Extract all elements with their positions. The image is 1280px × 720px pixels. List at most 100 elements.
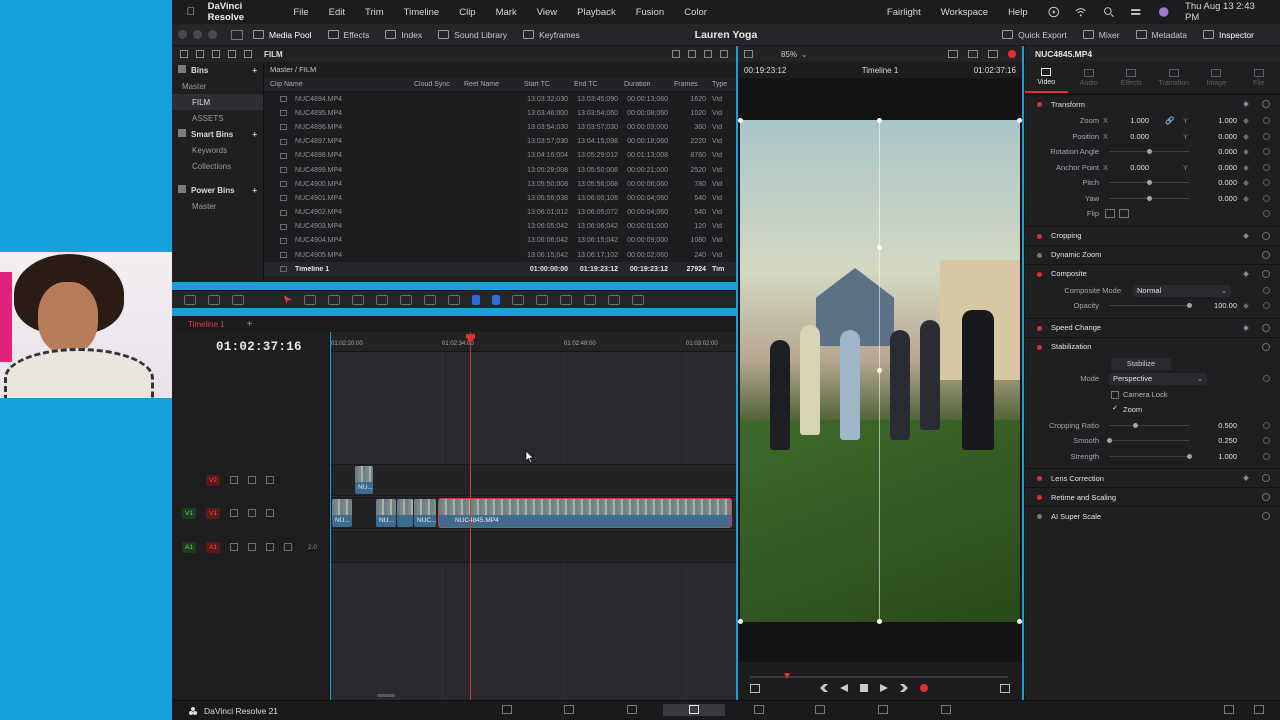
position-y-field[interactable]: 0.000 (1193, 132, 1237, 141)
zoom-x-field[interactable]: 1.000 (1113, 116, 1157, 125)
insert-icon[interactable] (328, 294, 340, 305)
section-speed-change[interactable]: Speed Change (1025, 317, 1280, 337)
mixer-button[interactable]: Mixer (1082, 30, 1120, 40)
transform-handle[interactable] (1017, 619, 1022, 624)
add-smart-bin-icon[interactable]: + (252, 130, 257, 139)
reset-icon[interactable] (1263, 437, 1270, 444)
flag-icon[interactable] (472, 294, 480, 305)
opacity-slider-knob[interactable] (1187, 303, 1192, 308)
cropping-ratio-slider-knob[interactable] (1133, 422, 1138, 428)
anchor-x-field[interactable]: 0.000 (1113, 163, 1157, 172)
enable-dot-icon[interactable] (1037, 102, 1042, 107)
forward-arrow-icon[interactable] (212, 50, 220, 58)
position-x-field[interactable]: 0.000 (1113, 132, 1157, 141)
clip-v1-selected[interactable]: NUC4845.MP4 (438, 498, 732, 528)
track-enable-icon[interactable] (266, 509, 274, 517)
transform-handle[interactable] (877, 619, 882, 624)
enable-dot-icon[interactable] (1037, 344, 1042, 350)
inspector-button[interactable]: Inspector (1203, 30, 1254, 40)
track-header-v1[interactable]: V1 V1 (172, 497, 330, 529)
smart-bins-header[interactable]: Smart Bins + (172, 126, 263, 142)
zoom-slider[interactable] (560, 294, 572, 305)
stabilize-button[interactable]: Stabilize (1111, 357, 1171, 370)
clip-v1-c[interactable] (397, 499, 413, 527)
reset-icon[interactable] (1262, 250, 1270, 259)
marker-icon[interactable] (492, 294, 500, 305)
menu-view[interactable]: View (537, 7, 557, 18)
overwrite-icon[interactable] (352, 294, 364, 305)
source-patch-a1[interactable]: A1 (182, 541, 196, 553)
section-cropping[interactable]: Cropping (1025, 225, 1280, 245)
viewer-options-icon[interactable] (948, 50, 958, 58)
col-type[interactable]: Type (712, 81, 734, 88)
track-header-a1[interactable]: A1 A1 2.0 (172, 531, 330, 563)
enable-dot-icon[interactable] (1037, 325, 1042, 331)
col-end-tc[interactable]: End TC (574, 81, 624, 88)
enable-dot-icon[interactable] (1037, 495, 1042, 500)
timeline-timecode[interactable]: 01:02:37:16 (216, 340, 302, 354)
enable-dot-icon[interactable] (1037, 514, 1042, 519)
menu-trim[interactable]: Trim (365, 7, 384, 18)
index-button[interactable]: Index (385, 30, 422, 40)
timeline-tab[interactable]: Timeline 1 (188, 320, 225, 329)
zoom-chevron-icon[interactable]: ⌄ (801, 50, 808, 59)
layout-icon[interactable] (184, 294, 196, 305)
cropping-ratio-field[interactable]: 0.500 (1193, 421, 1237, 430)
enable-dot-icon[interactable] (1037, 233, 1042, 239)
thumbnail-view-icon[interactable] (228, 50, 236, 58)
enable-dot-icon[interactable] (1037, 476, 1042, 481)
bin-master[interactable]: Master (172, 78, 263, 94)
audio-meter-icon[interactable] (632, 294, 644, 305)
go-to-start-icon[interactable] (820, 684, 828, 692)
clip-row[interactable]: NUC4903.MP4 13:06:05;042 13:06:06;042 00:00… (264, 220, 736, 234)
menu-file[interactable]: File (293, 7, 308, 18)
zoom-icon[interactable] (512, 294, 524, 305)
flip-horizontal-icon[interactable] (1105, 209, 1115, 219)
keyframe-icon[interactable] (1243, 195, 1249, 202)
section-ai-super-scale[interactable]: AI Super Scale (1025, 506, 1280, 525)
clip-row[interactable]: NUC4900.MP4 13:05:50;008 13:05:56;068 00:00… (264, 177, 736, 191)
pitch-field[interactable]: 0.000 (1193, 178, 1237, 187)
col-cloud-sync[interactable]: Cloud Sync (414, 81, 464, 88)
reset-icon[interactable] (1263, 117, 1270, 124)
page-edit[interactable] (663, 704, 725, 716)
timeline-scrollbar[interactable] (377, 694, 395, 697)
reset-icon[interactable] (1263, 302, 1270, 309)
replace-icon[interactable] (376, 294, 388, 305)
section-lens-correction[interactable]: Lens Correction (1025, 468, 1280, 487)
auto-select-icon[interactable] (248, 476, 256, 484)
reset-icon[interactable] (1262, 474, 1270, 482)
menu-color[interactable]: Color (684, 7, 707, 18)
mute-icon[interactable] (284, 543, 292, 551)
source-patch-v1[interactable]: V1 (182, 507, 196, 519)
clip-v1-b[interactable]: NU... (376, 499, 396, 527)
solo-icon[interactable] (266, 543, 274, 551)
reset-icon[interactable] (1262, 342, 1270, 351)
viewer-scrubber[interactable] (750, 676, 1008, 678)
effects-button[interactable]: Effects (327, 30, 369, 40)
link-icon[interactable] (424, 294, 436, 305)
lock-track-icon[interactable] (230, 543, 238, 551)
add-timeline-icon[interactable]: + (247, 319, 253, 330)
clip-row[interactable]: NUC4905.MP4 13:06:15;042 13:06:17;102 00:00… (264, 248, 736, 262)
reset-icon[interactable] (1262, 323, 1270, 332)
sort-icon[interactable] (704, 50, 712, 58)
composite-mode-dropdown[interactable]: Normal ⌄ (1133, 284, 1231, 297)
rotation-field[interactable]: 0.000 (1193, 147, 1237, 156)
control-center-icon[interactable] (1130, 6, 1141, 18)
keyframe-icon[interactable] (1243, 149, 1249, 155)
sound-library-button[interactable]: Sound Library (438, 30, 507, 40)
strength-slider[interactable] (1109, 455, 1189, 457)
clip-v1-a[interactable]: NU... (332, 499, 352, 527)
col-clip-name[interactable]: Clip Name (264, 81, 414, 88)
search-pool-icon[interactable] (688, 50, 696, 58)
smooth-field[interactable]: 0.250 (1193, 436, 1237, 445)
smooth-slider-knob[interactable] (1107, 438, 1112, 443)
reverse-icon[interactable] (840, 684, 848, 692)
menu-playback[interactable]: Playback (577, 7, 616, 18)
more-options-icon[interactable] (720, 50, 728, 58)
menu-help[interactable]: Help (1008, 7, 1028, 18)
loop-icon[interactable] (920, 684, 928, 692)
anchor-y-field[interactable]: 0.000 (1193, 163, 1237, 172)
track-label-v1[interactable]: V1 (206, 507, 220, 519)
